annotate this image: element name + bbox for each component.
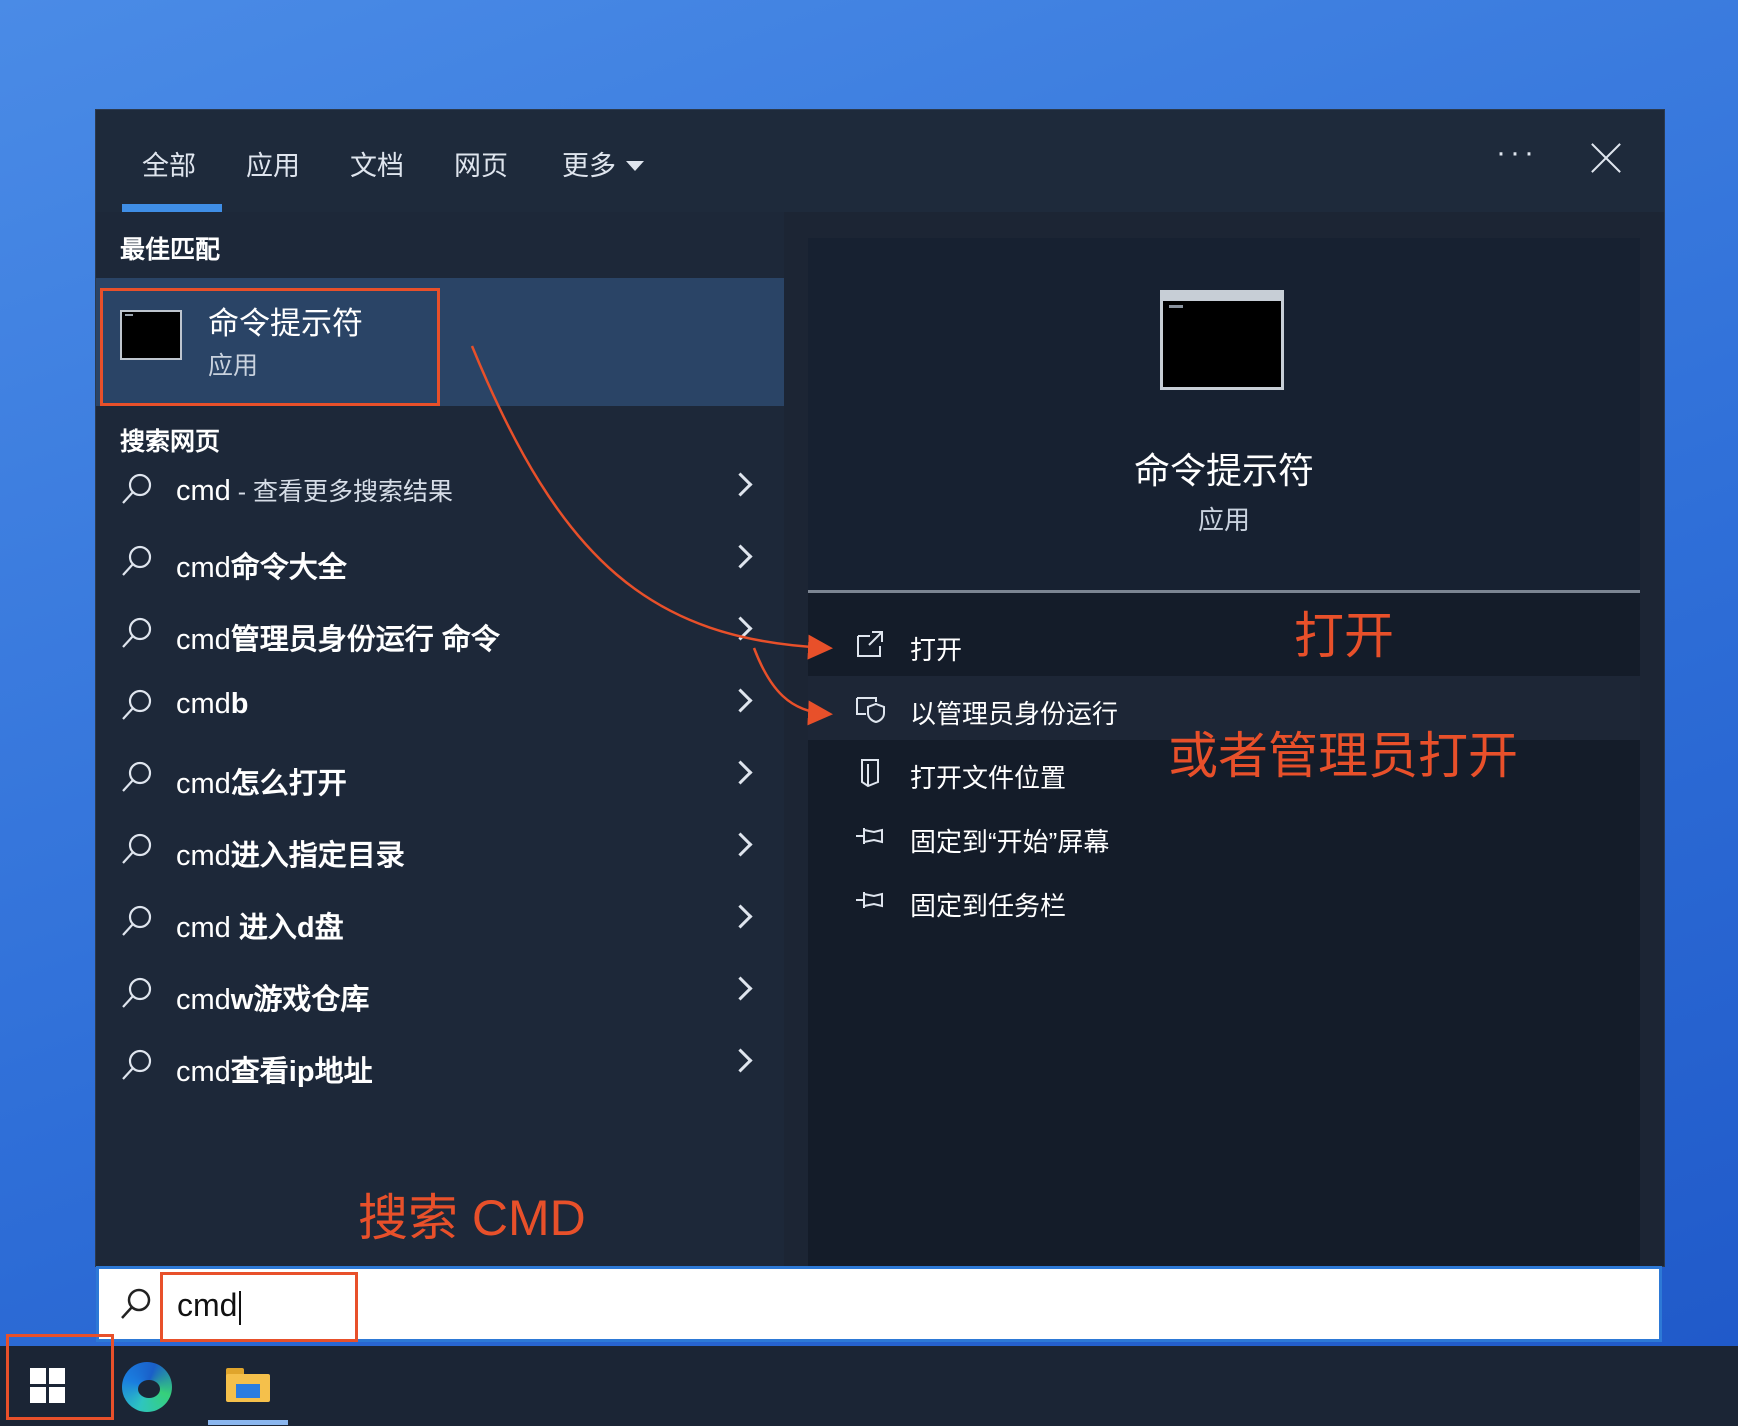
action-label: 固定到任务栏 xyxy=(910,891,1067,921)
tab-all[interactable]: 全部 xyxy=(142,144,196,183)
result-suggestion: b xyxy=(230,688,249,720)
web-search-result[interactable]: cmd进入指定目录 xyxy=(96,812,784,884)
action-5[interactable]: 固定到任务栏 xyxy=(808,868,1640,932)
preview-title: 命令提示符 xyxy=(1133,450,1314,491)
filter-tabs: 全部 应用 文档 网页 更多 ··· xyxy=(96,110,1664,212)
action-label: 打开 xyxy=(910,635,963,665)
web-search-result-label: cmdb xyxy=(176,688,249,721)
file-location-icon xyxy=(861,759,879,788)
annotation-box-start-button xyxy=(6,1334,114,1420)
action-label: 打开文件位置 xyxy=(910,763,1067,793)
web-search-result-label: cmd 进入d盘 xyxy=(176,904,344,946)
result-suggestion: 怎么打开 xyxy=(230,768,347,800)
web-search-result[interactable]: cmd 进入d盘 xyxy=(96,884,784,956)
result-detail: - 查看更多搜索结果 xyxy=(230,478,454,506)
result-suggestion: 命令大全 xyxy=(230,552,347,584)
tab-more-label: 更多 xyxy=(562,151,616,181)
web-search-result-label: cmd进入指定目录 xyxy=(176,832,405,874)
command-prompt-icon xyxy=(1160,290,1284,390)
web-search-result[interactable]: cmd管理员身份运行 命令 xyxy=(96,596,784,668)
search-icon xyxy=(122,1049,152,1080)
divider xyxy=(808,590,1640,593)
search-icon xyxy=(122,617,152,648)
web-search-result[interactable]: cmd怎么打开 xyxy=(96,740,784,812)
search-icon xyxy=(122,689,152,720)
chevron-right-icon xyxy=(728,472,753,497)
taskbar xyxy=(0,1346,1738,1426)
result-query: cmd xyxy=(176,624,231,656)
action-4[interactable]: 固定到“开始”屏幕 xyxy=(808,804,1640,868)
search-icon xyxy=(122,473,152,504)
web-search-result[interactable]: cmdb xyxy=(96,668,784,740)
web-search-result-label: cmd怎么打开 xyxy=(176,760,347,802)
search-icon xyxy=(121,1288,151,1319)
result-query: cmd xyxy=(176,552,231,584)
chevron-down-icon xyxy=(626,160,644,171)
web-search-result-label: cmd查看ip地址 xyxy=(176,1048,373,1090)
result-suggestion: 进入d盘 xyxy=(230,912,344,944)
edge-browser-icon[interactable] xyxy=(122,1362,172,1412)
chevron-right-icon xyxy=(728,832,753,857)
web-search-result[interactable]: cmd命令大全 xyxy=(96,524,784,596)
pin-icon xyxy=(856,828,883,844)
shield-icon xyxy=(856,697,885,724)
result-suggestion: 管理员身份运行 命令 xyxy=(230,624,500,656)
annotation-open: 打开 xyxy=(1294,608,1394,664)
chevron-right-icon xyxy=(728,688,753,713)
best-match-heading: 最佳匹配 xyxy=(120,236,221,264)
result-suggestion: w游戏仓库 xyxy=(230,984,370,1016)
web-search-result[interactable]: cmd - 查看更多搜索结果 xyxy=(96,452,784,524)
result-query: cmd xyxy=(176,840,231,872)
pin-icon xyxy=(856,892,883,908)
more-options-button[interactable]: ··· xyxy=(1496,136,1538,170)
result-query: cmd xyxy=(176,912,231,944)
result-suggestion: 查看ip地址 xyxy=(230,1056,373,1088)
action-label: 固定到“开始”屏幕 xyxy=(910,827,1110,857)
active-app-indicator xyxy=(208,1420,288,1425)
chevron-right-icon xyxy=(728,976,753,1001)
preview-header: 命令提示符 应用 xyxy=(808,238,1640,593)
web-search-result-label: cmd - 查看更多搜索结果 xyxy=(176,472,453,508)
result-suggestion: 进入指定目录 xyxy=(230,840,405,872)
search-icon xyxy=(122,905,152,936)
tab-documents[interactable]: 文档 xyxy=(350,144,404,183)
chevron-right-icon xyxy=(728,904,753,929)
result-query: cmd xyxy=(176,984,231,1016)
close-icon[interactable] xyxy=(1586,138,1626,178)
web-search-result-label: cmdw游戏仓库 xyxy=(176,976,369,1018)
tab-apps[interactable]: 应用 xyxy=(246,144,300,183)
search-icon xyxy=(122,545,152,576)
search-icon xyxy=(122,761,152,792)
preview-subtitle: 应用 xyxy=(1197,505,1250,535)
web-search-result[interactable]: cmd查看ip地址 xyxy=(96,1028,784,1100)
result-query: cmd xyxy=(176,688,231,720)
file-explorer-icon[interactable] xyxy=(226,1368,270,1402)
annotation-search-cmd: 搜索 CMD xyxy=(358,1190,586,1246)
active-tab-indicator xyxy=(122,204,222,212)
chevron-right-icon xyxy=(728,616,753,641)
chevron-right-icon xyxy=(728,760,753,785)
web-search-result-label: cmd管理员身份运行 命令 xyxy=(176,616,500,658)
search-panel: 全部 应用 文档 网页 更多 ··· 最佳匹配 命令提示符 应用 搜索网页 cm… xyxy=(96,110,1664,1266)
tab-web[interactable]: 网页 xyxy=(454,144,508,183)
annotation-box-search-input xyxy=(160,1272,358,1342)
chevron-right-icon xyxy=(728,544,753,569)
chevron-right-icon xyxy=(728,1048,753,1073)
open-icon xyxy=(857,631,883,657)
search-icon xyxy=(122,833,152,864)
search-icon xyxy=(122,977,152,1008)
web-search-result-label: cmd命令大全 xyxy=(176,544,347,586)
action-label: 以管理员身份运行 xyxy=(910,699,1119,729)
result-query: cmd xyxy=(176,1056,231,1088)
tab-more[interactable]: 更多 xyxy=(562,144,644,183)
action-1[interactable]: 打开 xyxy=(808,612,1640,676)
annotation-box-best-match xyxy=(100,288,440,406)
web-search-result[interactable]: cmdw游戏仓库 xyxy=(96,956,784,1028)
result-query: cmd xyxy=(176,768,231,800)
result-query: cmd xyxy=(176,475,231,507)
annotation-admin-open: 或者管理员打开 xyxy=(1168,728,1518,784)
